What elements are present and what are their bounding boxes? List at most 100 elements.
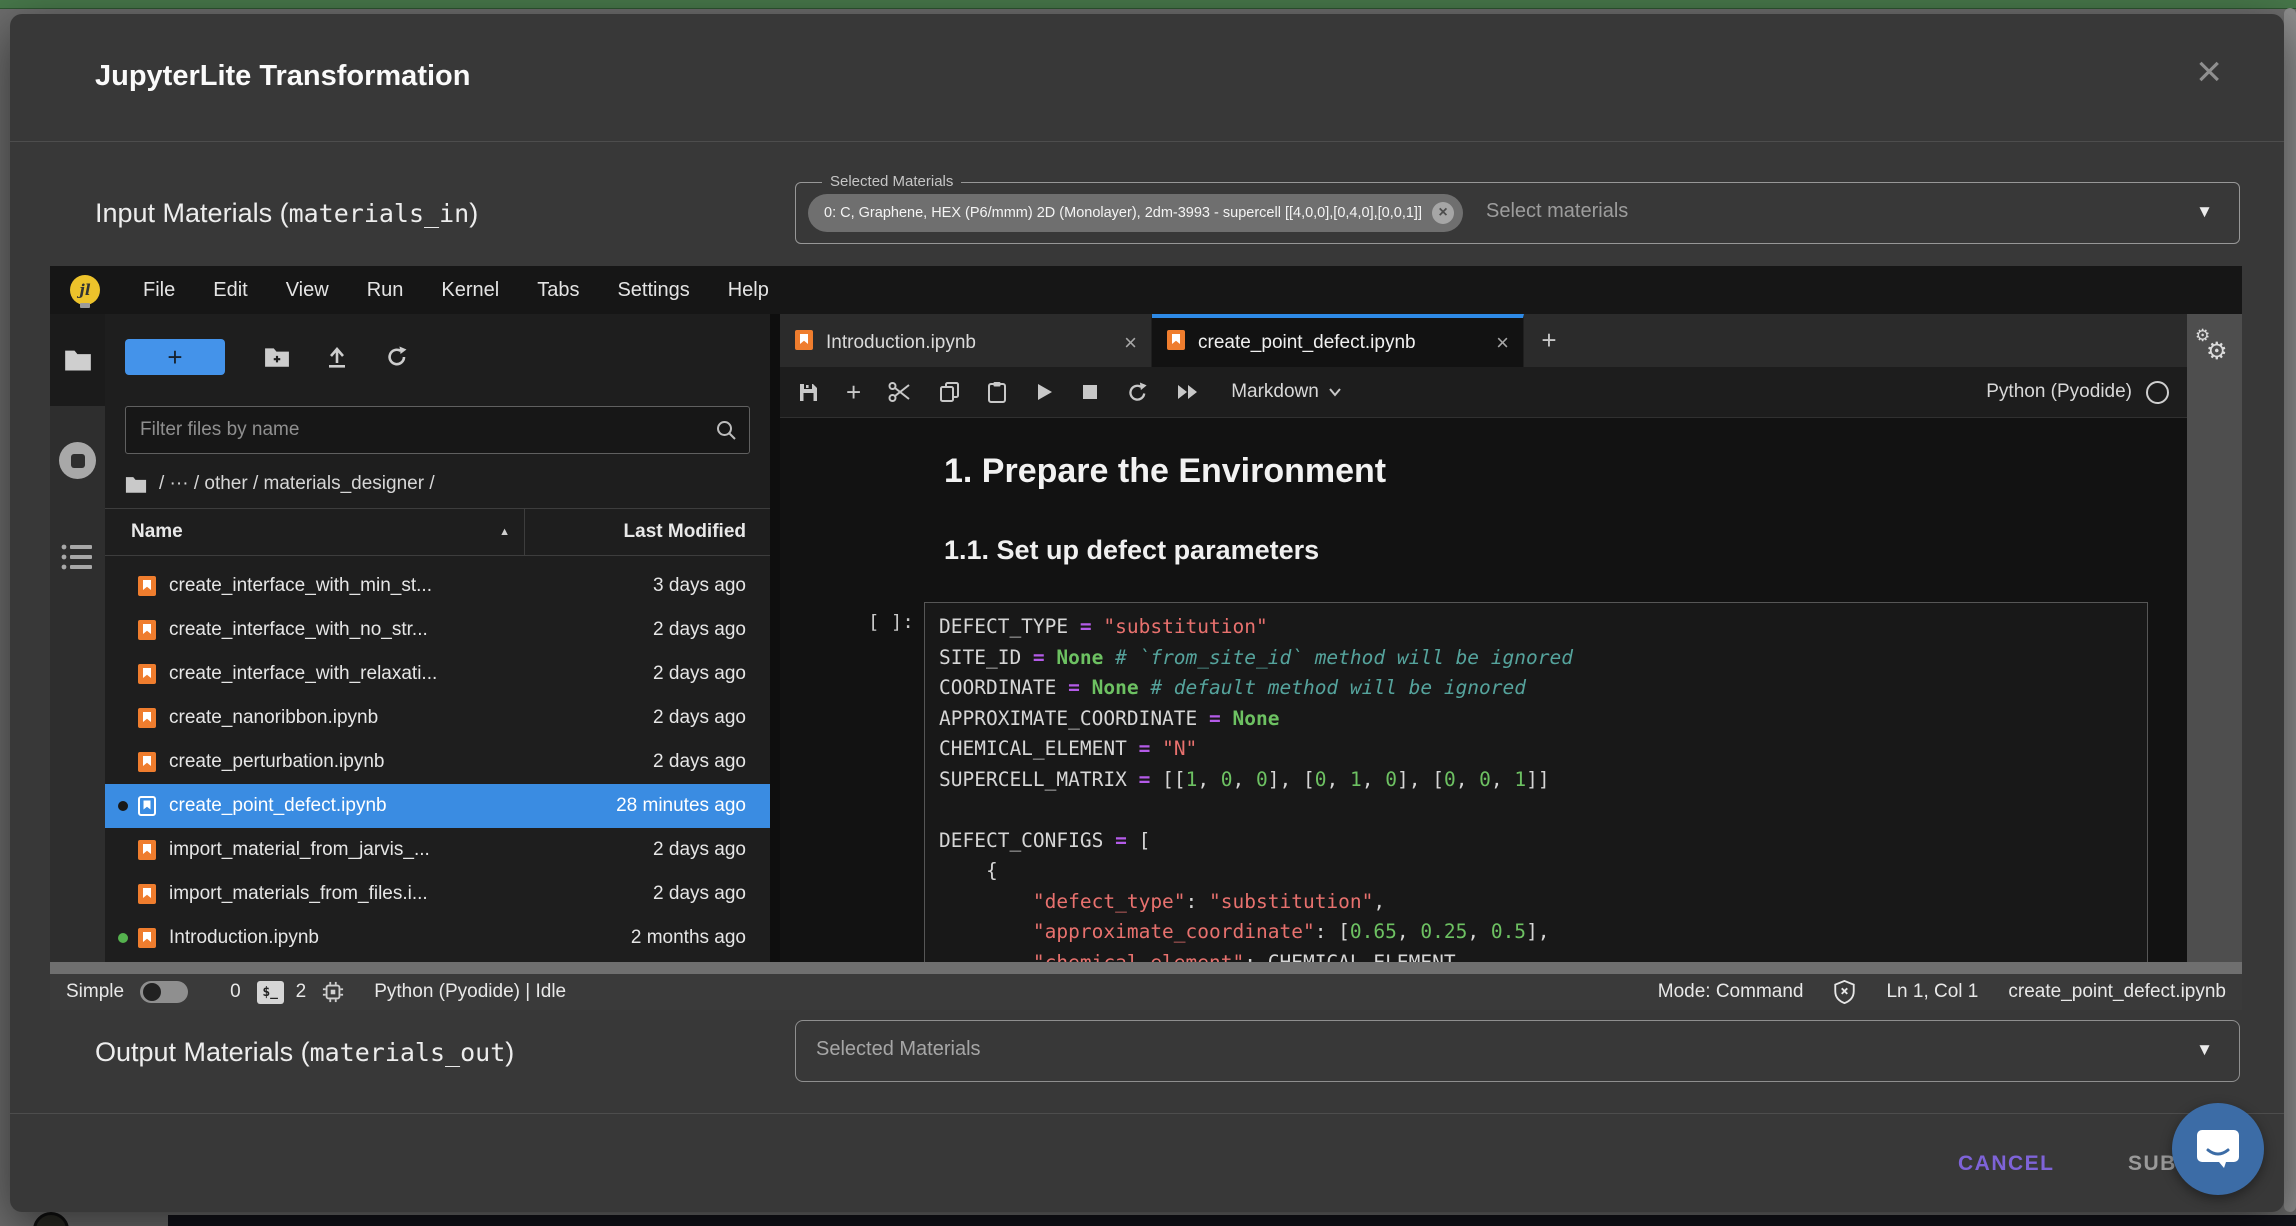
run-cell-button[interactable] [1034, 381, 1054, 403]
output-materials-select[interactable]: Selected Materials ▼ [795, 1020, 2240, 1082]
tab-label: Introduction.ipynb [826, 332, 976, 354]
notebook-file-icon [137, 575, 157, 597]
menu-edit[interactable]: Edit [194, 279, 266, 302]
menu-run[interactable]: Run [348, 279, 423, 302]
file-name: create_interface_with_relaxati... [169, 663, 525, 685]
file-list-header: Name ▲ Last Modified [105, 508, 770, 556]
chevron-down-icon[interactable]: ▼ [2196, 1040, 2213, 1060]
notebook-file-icon [137, 663, 157, 685]
tab-introduction[interactable]: Introduction.ipynb × [780, 314, 1152, 367]
chip-remove-icon[interactable]: × [1432, 202, 1454, 224]
code-editor[interactable]: DEFECT_TYPE = "substitution"SITE_ID = No… [924, 602, 2148, 962]
dialog-footer: CANCEL SUBMIT [10, 1113, 2284, 1212]
selected-materials-field-label: Selected Materials [822, 173, 961, 190]
gear-icon: ⚙ [2206, 337, 2228, 366]
terminal-icon[interactable]: $_ [257, 981, 284, 1004]
file-modified: 2 days ago [525, 619, 770, 641]
fast-forward-icon [1176, 382, 1200, 402]
input-materials-variable: materials_in [289, 199, 470, 228]
settings-gears-button[interactable]: ⚙ ⚙ [2193, 328, 2237, 372]
refresh-file-list-button[interactable] [367, 345, 427, 369]
interrupt-kernel-button[interactable] [1081, 383, 1099, 401]
tab-close-icon[interactable]: × [1124, 332, 1137, 354]
screen: JupyterLite Transformation × Input Mater… [0, 0, 2296, 1226]
column-header-modified[interactable]: Last Modified [525, 521, 770, 543]
kernel-chip-icon[interactable] [322, 981, 344, 1003]
sidebar-tab-table-of-contents[interactable] [61, 542, 94, 577]
paste-cells-button[interactable] [987, 381, 1007, 404]
copy-cells-button[interactable] [939, 381, 960, 403]
cursor-position[interactable]: Ln 1, Col 1 [1886, 981, 1978, 1003]
notebook-panel: Introduction.ipynb × create_point_defect… [770, 314, 2187, 962]
sidebar-tab-running-kernels[interactable] [59, 442, 96, 479]
menu-settings[interactable]: Settings [598, 279, 708, 302]
file-row[interactable]: import_materials_from_files.i... 2 days … [105, 872, 770, 916]
kernel-status-icon[interactable] [2146, 381, 2169, 404]
restart-kernel-button[interactable] [1126, 381, 1149, 404]
close-icon[interactable]: × [2196, 50, 2222, 94]
restart-run-all-button[interactable] [1176, 382, 1200, 402]
output-materials-variable: materials_out [310, 1038, 506, 1067]
browser-top-strip [0, 0, 2296, 9]
file-modified: 2 months ago [525, 927, 770, 949]
insert-cell-button[interactable]: + [846, 379, 861, 405]
simple-mode-toggle[interactable] [140, 981, 188, 1003]
home-folder-icon[interactable] [125, 475, 147, 494]
breadcrumb-path[interactable]: / ··· / other / materials_designer / [159, 473, 435, 495]
notebook-content[interactable]: 1. Prepare the Environment 1.1. Set up d… [780, 418, 2187, 962]
upload-button[interactable] [307, 345, 367, 369]
select-materials-placeholder: Select materials [1486, 200, 1628, 223]
kernel-name[interactable]: Python (Pyodide) [1986, 381, 2132, 403]
kernel-status-text[interactable]: Python (Pyodide) | Idle [374, 981, 566, 1003]
chevron-down-icon[interactable]: ▼ [2196, 202, 2213, 222]
output-materials-placeholder: Selected Materials [816, 1038, 981, 1061]
file-row[interactable]: import_material_from_jarvis_... 2 days a… [105, 828, 770, 872]
file-row[interactable]: create_interface_with_min_st... 3 days a… [105, 564, 770, 608]
notebook-file-icon [137, 619, 157, 641]
cell-type-dropdown[interactable]: Markdown [1231, 381, 1342, 403]
material-chip[interactable]: 0: C, Graphene, HEX (P6/mmm) 2D (Monolay… [808, 194, 1463, 232]
jupyterlite-logo-icon: jl [70, 275, 100, 305]
file-row[interactable]: create_nanoribbon.ipynb 2 days ago [105, 696, 770, 740]
save-button[interactable] [798, 382, 819, 403]
activity-bar [50, 314, 105, 962]
page-scrollbar[interactable] [2284, 8, 2296, 1212]
file-modified: 28 minutes ago [525, 795, 770, 817]
menu-tabs[interactable]: Tabs [518, 279, 598, 302]
new-launcher-button[interactable]: + [125, 339, 225, 375]
cancel-button[interactable]: CANCEL [1958, 1152, 2055, 1176]
jupyterlite-frame: jl File Edit View Run Kernel Tabs Settin… [50, 266, 2242, 1010]
menu-file[interactable]: File [124, 279, 194, 302]
cut-cells-button[interactable] [888, 381, 912, 403]
copy-icon [939, 381, 960, 403]
trust-shield-icon[interactable] [1833, 980, 1856, 1004]
file-modified: 2 days ago [525, 751, 770, 773]
file-modified: 3 days ago [525, 575, 770, 597]
input-materials-label: Input Materials (materials_in) [95, 198, 478, 229]
filter-files-input[interactable] [126, 418, 715, 442]
file-name: Introduction.ipynb [169, 927, 525, 949]
tab-close-icon[interactable]: × [1496, 332, 1509, 354]
menu-view[interactable]: View [267, 279, 348, 302]
upload-icon [325, 345, 349, 369]
file-row[interactable]: Introduction.ipynb 2 months ago [105, 916, 770, 960]
chat-widget-button[interactable] [2172, 1103, 2264, 1195]
sidebar-tab-filebrowser[interactable] [50, 314, 105, 406]
new-folder-button[interactable] [247, 346, 307, 368]
command-mode-indicator[interactable]: Mode: Command [1658, 981, 1804, 1003]
jupyter-statusbar: Simple 0 $_ 2 Python (Pyodide) | Idle Mo… [50, 974, 2242, 1010]
terminals-count: 0 [230, 981, 241, 1003]
file-row[interactable]: create_interface_with_no_str... 2 days a… [105, 608, 770, 652]
new-tab-button[interactable]: + [1524, 314, 1574, 367]
file-name: create_interface_with_no_str... [169, 619, 525, 641]
file-row[interactable]: create_perturbation.ipynb 2 days ago [105, 740, 770, 784]
column-header-name[interactable]: Name ▲ [105, 521, 524, 543]
input-materials-select[interactable]: Selected Materials 0: C, Graphene, HEX (… [795, 182, 2240, 244]
background-peek-icon [33, 1212, 69, 1226]
file-row[interactable]: create_interface_with_relaxati... 2 days… [105, 652, 770, 696]
menu-help[interactable]: Help [709, 279, 788, 302]
file-row-selected[interactable]: create_point_defect.ipynb 28 minutes ago [105, 784, 770, 828]
cell-prompt: [ ]: [868, 602, 924, 962]
tab-create-point-defect[interactable]: create_point_defect.ipynb × [1152, 314, 1524, 367]
menu-kernel[interactable]: Kernel [422, 279, 518, 302]
